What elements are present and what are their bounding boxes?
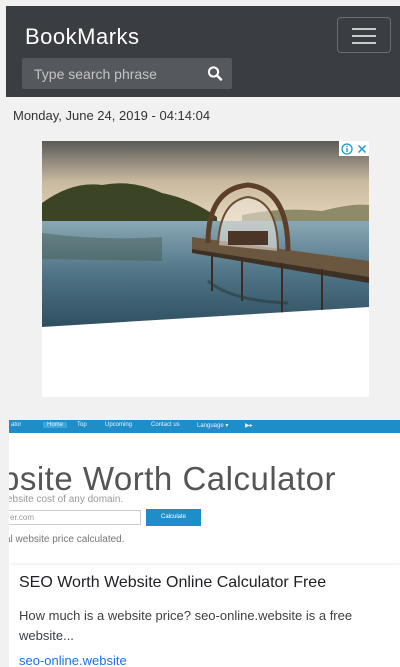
preview-subtitle: ebsite cost of any domain. — [9, 494, 124, 505]
ad-choices-badge[interactable] — [339, 141, 369, 156]
preview-nav-item: Home — [43, 422, 68, 428]
bookmark-description: How much is a website price? seo-online.… — [19, 608, 353, 643]
preview-nav-item: Contact us — [151, 422, 180, 428]
bookmark-link[interactable]: seo-online.website — [19, 653, 127, 667]
bookmark-card[interactable]: ator Home Top Upcoming Contact us Langua… — [9, 420, 400, 667]
hamburger-menu-icon — [352, 28, 376, 30]
brand-logo[interactable]: BookMarks — [25, 24, 140, 50]
search-button[interactable] — [198, 58, 232, 89]
search-input[interactable] — [22, 58, 197, 89]
preview-note: al website price calculated. — [9, 534, 125, 545]
advertisement[interactable] — [42, 141, 369, 397]
preview-nav-brand: ator — [11, 422, 22, 428]
preview-domain-field: er.com — [9, 510, 141, 525]
preview-calculate-button: Calculate — [146, 509, 201, 526]
bookmark-info: SEO Worth Website Online Calculator Free… — [9, 565, 400, 667]
preview-nav-item: Language ▾ — [197, 423, 229, 429]
preview-nav-item: ▶▸ — [245, 423, 253, 429]
preview-nav-bar: ator Home Top Upcoming Contact us Langua… — [9, 420, 400, 433]
hamburger-line — [352, 35, 376, 37]
current-datetime: Monday, June 24, 2019 - 04:14:04 — [13, 108, 211, 123]
preview-nav-item: Upcoming — [105, 422, 133, 428]
menu-toggle-button[interactable] — [337, 17, 391, 53]
preview-title: bsite Worth Calculator — [9, 460, 337, 497]
hamburger-line — [352, 42, 376, 44]
navbar: BookMarks — [6, 6, 400, 97]
bookmark-title[interactable]: SEO Worth Website Online Calculator Free — [19, 574, 326, 592]
preview-nav-item: Top — [77, 422, 87, 428]
search-icon — [207, 66, 223, 81]
close-icon[interactable] — [357, 144, 367, 154]
info-icon[interactable] — [341, 142, 353, 155]
search-form — [22, 58, 232, 89]
ad-image[interactable] — [42, 141, 369, 397]
